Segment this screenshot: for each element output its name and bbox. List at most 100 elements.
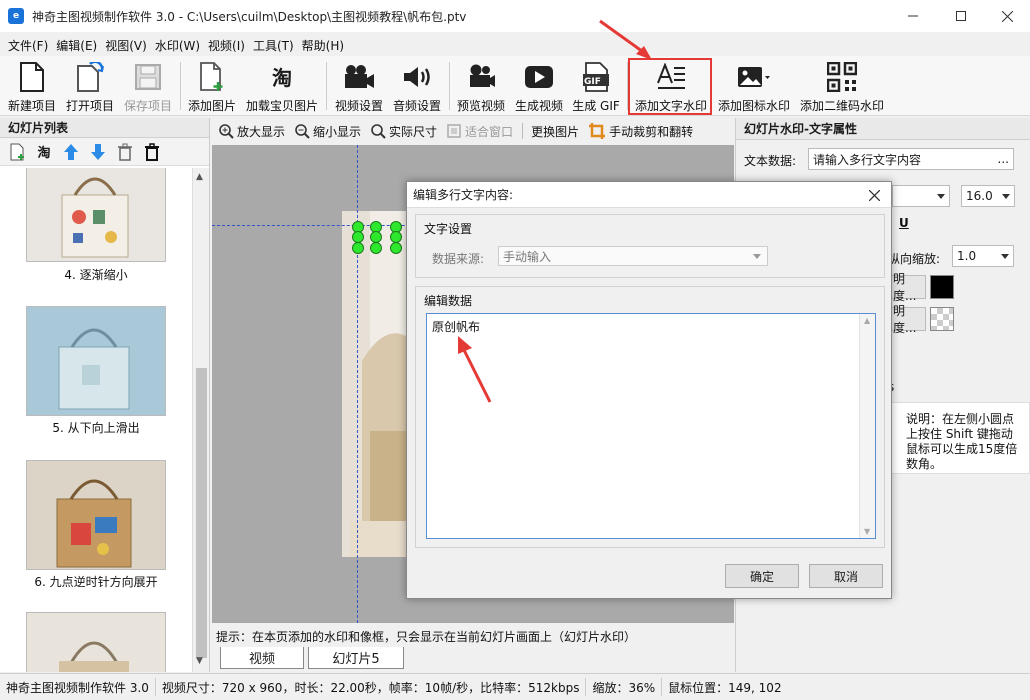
textarea-scrollbar[interactable]: ▲ ▼ xyxy=(859,314,875,538)
fit-window-label: 适合窗口 xyxy=(465,124,514,139)
preview-video-label: 预览视频 xyxy=(456,99,505,113)
add-icon-watermark-label: 添加图标水印 xyxy=(717,99,790,113)
arrow-up-icon xyxy=(64,143,78,160)
opacity-button-2[interactable]: 明度... xyxy=(888,304,926,335)
dialog-close-button[interactable] xyxy=(863,184,885,206)
menu-file[interactable]: 文件(F) xyxy=(4,37,52,54)
preview-video-button[interactable]: 预览视频 xyxy=(454,58,508,114)
save-project-label: 保存项目 xyxy=(123,99,172,113)
scrollbar-thumb[interactable] xyxy=(196,368,207,658)
arrow-down-icon xyxy=(91,143,105,160)
audio-settings-label: 音频设置 xyxy=(392,99,441,113)
resize-handle[interactable] xyxy=(352,242,364,254)
chevron-down-icon xyxy=(1002,194,1010,199)
scroll-down-icon[interactable]: ▼ xyxy=(196,656,203,666)
replace-image-button[interactable]: 更换图片 xyxy=(531,123,579,140)
bottom-tabs: 视频 幻灯片5 xyxy=(212,647,734,671)
resize-handle[interactable] xyxy=(390,242,402,254)
ok-button[interactable]: 确定 xyxy=(725,564,799,588)
load-taobao-button[interactable]: 淘 加载宝贝图片 xyxy=(244,58,320,114)
taobao-slide-button[interactable]: 淘 xyxy=(33,141,55,163)
open-file-icon xyxy=(77,61,104,92)
slides-scrollbar[interactable]: ▲ ▼ xyxy=(192,168,209,672)
rotate-handle[interactable] xyxy=(370,231,382,243)
audio-settings-button[interactable]: 音频设置 xyxy=(390,58,444,114)
close-button[interactable] xyxy=(984,0,1030,32)
move-up-button[interactable] xyxy=(60,141,82,163)
open-project-button[interactable]: 打开项目 xyxy=(64,58,116,114)
chevron-down-icon xyxy=(1001,254,1009,259)
zoom-in-button[interactable]: 放大显示 xyxy=(218,123,285,140)
edit-data-title: 编辑数据 xyxy=(424,294,473,308)
crop-flip-button[interactable]: 手动裁剪和翻转 xyxy=(588,122,693,140)
bag-photo-image xyxy=(27,613,165,672)
scroll-up-icon[interactable]: ▲ xyxy=(196,172,203,182)
fit-window-button[interactable]: 适合窗口 xyxy=(446,123,513,140)
font-size-field[interactable]: 16.0 xyxy=(961,185,1015,207)
clear-slides-button[interactable] xyxy=(141,141,163,163)
generate-gif-button[interactable]: GIF 生成 GIF xyxy=(570,58,622,114)
highlight-box xyxy=(628,58,712,115)
new-project-label: 新建项目 xyxy=(7,99,56,113)
color-swatch-transparent[interactable] xyxy=(930,307,954,331)
opacity-button-1[interactable]: 明度... xyxy=(888,272,926,303)
menu-watermark[interactable]: 水印(W) xyxy=(151,37,204,54)
generate-video-button[interactable]: 生成视频 xyxy=(512,58,566,114)
toolbar-separator xyxy=(449,62,450,110)
zoom-out-label: 缩小显示 xyxy=(313,124,362,139)
menu-edit[interactable]: 编辑(E) xyxy=(52,37,101,54)
new-project-button[interactable]: 新建项目 xyxy=(6,58,58,114)
tab-video[interactable]: 视频 xyxy=(220,647,304,669)
v-scale-field[interactable]: 1.0 xyxy=(952,245,1014,267)
menu-video[interactable]: 视频(I) xyxy=(204,37,249,54)
minimize-button[interactable] xyxy=(890,0,936,32)
add-qr-watermark-button[interactable]: 添加二维码水印 xyxy=(798,58,886,114)
move-down-button[interactable] xyxy=(87,141,109,163)
color-swatch-black[interactable] xyxy=(930,275,954,299)
resize-handle[interactable] xyxy=(370,242,382,254)
slide-thumbnail-4[interactable] xyxy=(26,168,166,262)
menu-view[interactable]: 视图(V) xyxy=(101,37,151,54)
data-source-select[interactable]: 手动输入 xyxy=(498,246,768,266)
delete-slide-button[interactable] xyxy=(114,141,136,163)
toolbar-separator xyxy=(180,62,181,110)
slide-thumbnail-6[interactable] xyxy=(26,460,166,570)
slide-thumbnail-5[interactable] xyxy=(26,306,166,416)
maximize-button[interactable] xyxy=(938,0,984,32)
underline-button[interactable]: U xyxy=(899,216,909,230)
status-zoom: 缩放：36% xyxy=(586,678,663,696)
title-bar: e 神奇主图视频制作软件 3.0 - C:\Users\cuilm\Deskto… xyxy=(0,0,1030,32)
tab-slide5[interactable]: 幻灯片5 xyxy=(308,647,404,669)
zoom-in-icon xyxy=(219,124,234,139)
cancel-button[interactable]: 取消 xyxy=(809,564,883,588)
qr-code-icon xyxy=(827,61,857,92)
menu-tools[interactable]: 工具(T) xyxy=(249,37,298,54)
speaker-icon xyxy=(404,66,430,87)
text-data-ellipsis[interactable]: ... xyxy=(998,152,1009,166)
generate-gif-label: 生成 GIF xyxy=(572,99,620,113)
font-name-select[interactable] xyxy=(892,185,950,207)
add-image-button[interactable]: 添加图片 xyxy=(186,58,238,114)
fit-window-icon xyxy=(447,124,461,138)
slide-thumbnail-7[interactable] xyxy=(26,612,166,672)
menu-help[interactable]: 帮助(H) xyxy=(298,37,348,54)
taobao-icon: 淘 xyxy=(37,146,51,161)
actual-size-label: 实际尺寸 xyxy=(389,124,438,139)
v-scale-value: 1.0 xyxy=(957,249,977,263)
text-data-field[interactable]: 请输入多行文字内容 ... xyxy=(808,148,1014,170)
scroll-up-icon[interactable]: ▲ xyxy=(864,316,870,325)
video-settings-button[interactable]: 视频设置 xyxy=(332,58,386,114)
close-icon xyxy=(1001,10,1013,22)
film-camera-icon xyxy=(470,64,495,87)
status-video-info: 视频尺寸：720 x 960，时长：22.00秒，帧率：10帧/秒，比特率：51… xyxy=(156,678,587,696)
add-slide-button[interactable] xyxy=(6,141,28,163)
bag-photo-image xyxy=(27,461,165,569)
zoom-out-button[interactable]: 缩小显示 xyxy=(294,123,361,140)
actual-size-button[interactable]: 实际尺寸 xyxy=(370,123,437,140)
add-qr-watermark-label: 添加二维码水印 xyxy=(799,99,884,113)
save-project-button[interactable]: 保存项目 xyxy=(122,58,174,114)
video-camera-icon xyxy=(345,64,374,88)
text-data-value: 请输入多行文字内容 xyxy=(813,152,922,167)
add-icon-watermark-button[interactable]: 添加图标水印 xyxy=(716,58,792,114)
scroll-down-icon[interactable]: ▼ xyxy=(864,527,870,536)
